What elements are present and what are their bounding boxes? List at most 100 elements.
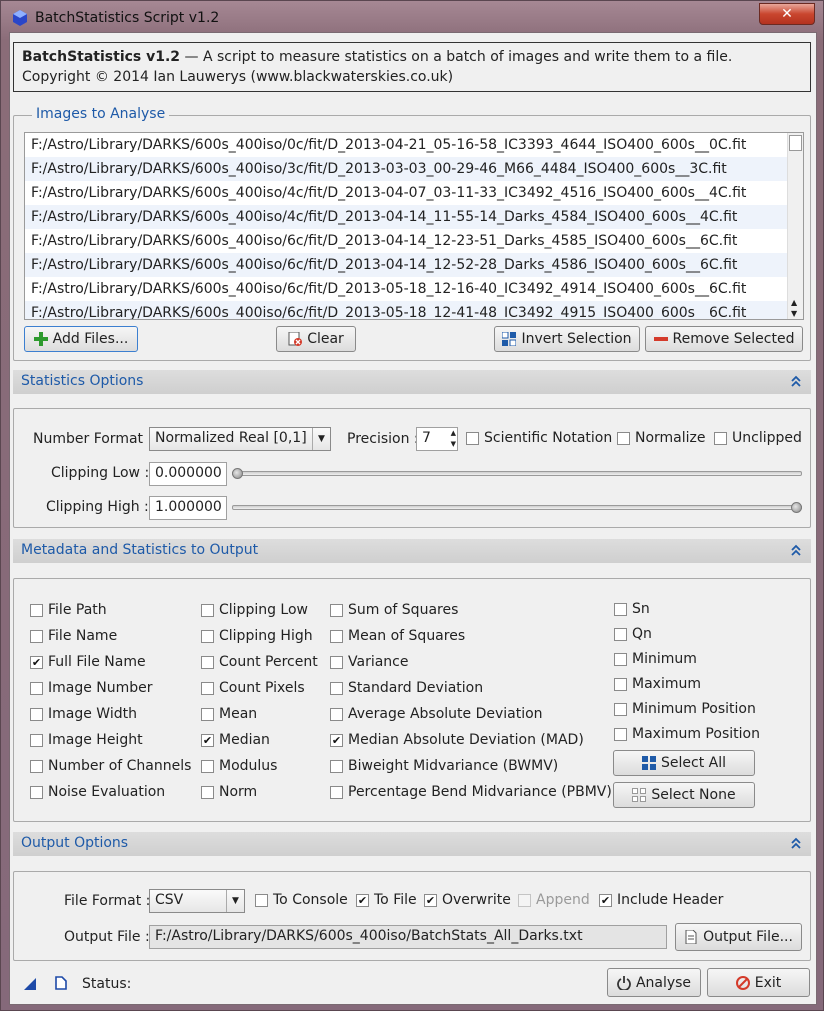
qn-checkbox[interactable] (614, 628, 627, 641)
to-file-checkbox[interactable]: ✔ (356, 894, 369, 907)
full-file-name-checkbox[interactable]: ✔ (30, 656, 43, 669)
norm-label: Norm (219, 784, 258, 800)
number-of-channels-checkbox[interactable] (30, 760, 43, 773)
clipping-high-slider-thumb[interactable] (791, 502, 802, 513)
script-documentation-icon[interactable] (55, 976, 67, 990)
title-bar[interactable]: BatchStatistics Script v1.2 ✕ (1, 1, 823, 35)
file-list-item[interactable]: F:/Astro/Library/DARKS/600s_400iso/0c/fi… (25, 133, 803, 157)
select-none-button[interactable]: Select None (613, 782, 755, 808)
new-instance-icon[interactable] (24, 978, 36, 990)
document-icon (685, 930, 697, 944)
exit-button[interactable]: Exit (707, 968, 810, 997)
analyse-button[interactable]: Analyse (607, 968, 701, 997)
file-path-checkbox[interactable] (30, 604, 43, 617)
file-list-item[interactable]: F:/Astro/Library/DARKS/600s_400iso/6c/fi… (25, 301, 803, 319)
file-list-item[interactable]: F:/Astro/Library/DARKS/600s_400iso/6c/fi… (25, 253, 803, 277)
status-label: Status: (82, 976, 132, 992)
to-file-label: To File (374, 892, 417, 908)
image-height-checkbox[interactable] (30, 734, 43, 747)
biweight-midvariance-bwmv-checkbox[interactable] (330, 760, 343, 773)
maximum-position-label: Maximum Position (632, 726, 760, 742)
output-file-button[interactable]: Output File... (675, 923, 802, 951)
output-file-input[interactable]: F:/Astro/Library/DARKS/600s_400iso/Batch… (149, 925, 667, 949)
clipping-low-slider[interactable] (232, 471, 802, 476)
biweight-midvariance-bwmv-label: Biweight Midvariance (BWMV) (348, 758, 559, 774)
images-group-title: Images to Analyse (32, 106, 170, 122)
add-files-button[interactable]: Add Files... (24, 326, 138, 352)
overwrite-checkbox[interactable]: ✔ (424, 894, 437, 907)
minimum-checkbox[interactable] (614, 653, 627, 666)
scrollbar-thumb[interactable] (789, 135, 802, 151)
select-all-button[interactable]: Select All (613, 750, 755, 776)
cancel-icon (735, 975, 750, 990)
maximum-checkbox[interactable] (614, 678, 627, 691)
average-absolute-deviation-checkbox[interactable] (330, 708, 343, 721)
remove-selected-button[interactable]: Remove Selected (645, 326, 803, 352)
variance-checkbox[interactable] (330, 656, 343, 669)
file-list-item[interactable]: F:/Astro/Library/DARKS/600s_400iso/6c/fi… (25, 229, 803, 253)
output-options-header[interactable]: Output Options (13, 832, 811, 856)
script-description: — A script to measure statistics on a ba… (180, 49, 733, 65)
image-width-checkbox[interactable] (30, 708, 43, 721)
file-list-item[interactable]: F:/Astro/Library/DARKS/600s_400iso/4c/fi… (25, 205, 803, 229)
spin-up-icon[interactable]: ▲ (451, 428, 456, 438)
norm-checkbox[interactable] (201, 786, 214, 799)
clipping-high-input[interactable]: 1.000000 (149, 496, 227, 520)
scroll-up-icon[interactable]: ▲ (791, 298, 797, 307)
mean-checkbox[interactable] (201, 708, 214, 721)
mean-of-squares-checkbox[interactable] (330, 630, 343, 643)
unclipped-checkbox[interactable] (714, 432, 727, 445)
collapse-icon[interactable] (791, 375, 801, 387)
statistics-options-header[interactable]: Statistics Options (13, 370, 811, 394)
pixinsight-logo-icon (13, 10, 27, 26)
median-label: Median (219, 732, 270, 748)
modulus-checkbox[interactable] (201, 760, 214, 773)
file-list-item[interactable]: F:/Astro/Library/DARKS/600s_400iso/3c/fi… (25, 157, 803, 181)
file-format-label: File Format : (64, 893, 151, 909)
metadata-header[interactable]: Metadata and Statistics to Output (13, 539, 811, 563)
file-name-checkbox[interactable] (30, 630, 43, 643)
collapse-icon[interactable] (791, 837, 801, 849)
number-format-select[interactable]: Normalized Real [0,1] ▼ (149, 427, 331, 451)
clipping-low-input[interactable]: 0.000000 (149, 462, 227, 486)
clear-button[interactable]: Clear (276, 326, 356, 352)
remove-icon (653, 337, 668, 341)
file-format-select[interactable]: CSV ▼ (149, 889, 245, 913)
collapse-icon[interactable] (791, 544, 801, 556)
noise-evaluation-checkbox[interactable] (30, 786, 43, 799)
clipping-high-checkbox[interactable] (201, 630, 214, 643)
scroll-down-icon[interactable]: ▼ (791, 309, 797, 318)
to-console-label: To Console (273, 892, 348, 908)
list-scrollbar[interactable]: ▲ ▼ (787, 133, 803, 319)
clipping-low-slider-thumb[interactable] (232, 468, 243, 479)
include-header-checkbox[interactable]: ✔ (599, 894, 612, 907)
maximum-position-checkbox[interactable] (614, 728, 627, 741)
median-absolute-deviation-mad-checkbox[interactable]: ✔ (330, 734, 343, 747)
median-absolute-deviation-mad-label: Median Absolute Deviation (MAD) (348, 732, 584, 748)
percentage-bend-midvariance-pbmv-checkbox[interactable] (330, 786, 343, 799)
file-list[interactable]: F:/Astro/Library/DARKS/600s_400iso/0c/fi… (24, 132, 804, 320)
window-close-button[interactable]: ✕ (759, 3, 815, 25)
precision-spinbox[interactable]: 7 ▲ ▼ (416, 427, 458, 451)
scientific-notation-checkbox[interactable] (466, 432, 479, 445)
file-list-item[interactable]: F:/Astro/Library/DARKS/600s_400iso/6c/fi… (25, 277, 803, 301)
file-list-item[interactable]: F:/Astro/Library/DARKS/600s_400iso/4c/fi… (25, 181, 803, 205)
count-pixels-checkbox[interactable] (201, 682, 214, 695)
normalize-checkbox[interactable] (617, 432, 630, 445)
sn-checkbox[interactable] (614, 603, 627, 616)
count-percent-label: Count Percent (219, 654, 318, 670)
count-percent-checkbox[interactable] (201, 656, 214, 669)
sum-of-squares-checkbox[interactable] (330, 604, 343, 617)
clipping-low-checkbox[interactable] (201, 604, 214, 617)
image-number-checkbox[interactable] (30, 682, 43, 695)
minimum-position-checkbox[interactable] (614, 703, 627, 716)
to-console-checkbox[interactable] (255, 894, 268, 907)
standard-deviation-checkbox[interactable] (330, 682, 343, 695)
invert-selection-button[interactable]: Invert Selection (494, 326, 640, 352)
full-file-name-label: Full File Name (48, 654, 146, 670)
append-checkbox (518, 894, 531, 907)
clipping-high-slider[interactable] (232, 505, 802, 510)
spin-down-icon[interactable]: ▼ (451, 439, 456, 449)
mean-of-squares-label: Mean of Squares (348, 628, 466, 644)
median-checkbox[interactable]: ✔ (201, 734, 214, 747)
